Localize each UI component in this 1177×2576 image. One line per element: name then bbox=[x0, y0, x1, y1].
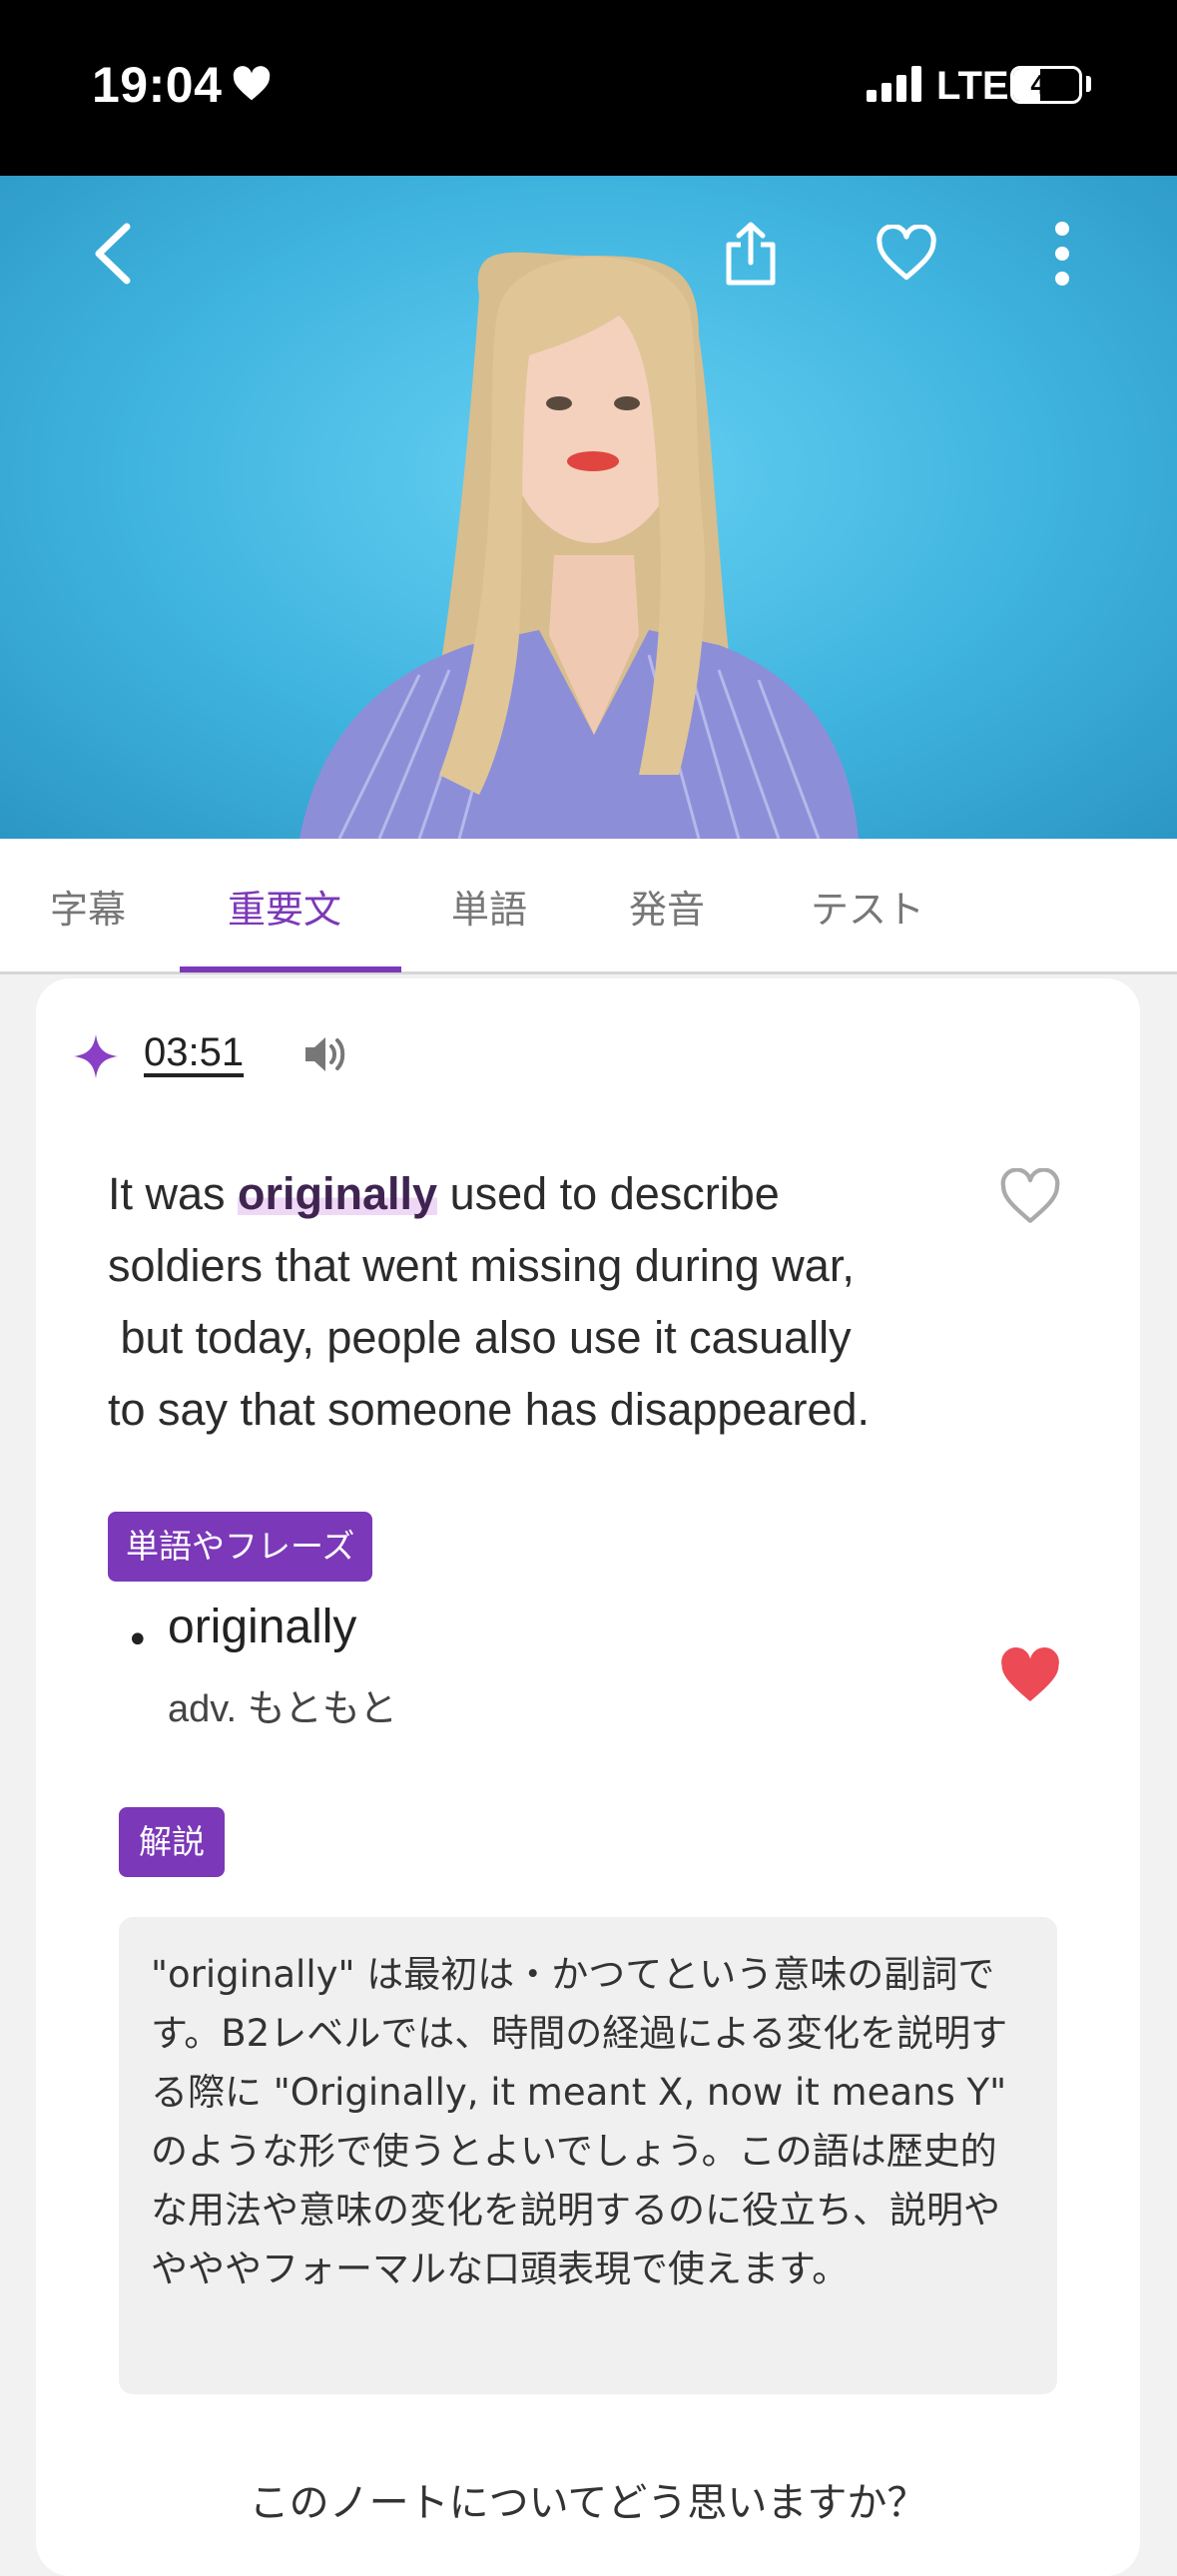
bullet: • bbox=[126, 1617, 150, 1663]
favorite-word-button[interactable] bbox=[998, 1647, 1062, 1709]
tab-key-sentences[interactable]: 重要文 bbox=[228, 879, 341, 934]
status-time: 19:04 bbox=[92, 57, 223, 113]
more-vertical-icon bbox=[1055, 222, 1069, 286]
phrases-tag: 単語やフレーズ bbox=[108, 1512, 373, 1582]
video-frame-person bbox=[299, 252, 859, 839]
tab-words[interactable]: 単語 bbox=[451, 879, 527, 934]
timestamp-link[interactable]: 03:51 bbox=[144, 1030, 244, 1075]
vocab-definition: adv. もともと bbox=[168, 1688, 398, 1730]
status-bar: 19:04 LTE 41 bbox=[0, 0, 1177, 176]
tab-pronunciation[interactable]: 発音 bbox=[629, 879, 705, 934]
back-button[interactable] bbox=[62, 204, 162, 304]
share-icon bbox=[726, 222, 776, 286]
more-options-button[interactable] bbox=[1012, 204, 1112, 304]
explanation-tag: 解説 bbox=[119, 1807, 225, 1877]
video-player[interactable] bbox=[0, 176, 1177, 839]
speaker-icon[interactable] bbox=[301, 1032, 347, 1080]
sparkle-icon bbox=[72, 1032, 120, 1084]
network-type: LTE bbox=[936, 64, 1009, 108]
share-button[interactable] bbox=[701, 204, 801, 304]
favorite-video-button[interactable] bbox=[857, 204, 956, 304]
battery-tip bbox=[1086, 76, 1091, 92]
battery-level: 41 bbox=[1030, 69, 1062, 100]
active-tab-indicator bbox=[180, 966, 401, 972]
key-sentence: It was originally used to describe soldi… bbox=[108, 1158, 1006, 1446]
heart-outline-icon bbox=[1000, 1167, 1060, 1223]
heart-filled-icon bbox=[1001, 1647, 1059, 1702]
heart-outline-icon bbox=[877, 225, 936, 281]
vocab-word[interactable]: originally bbox=[168, 1600, 356, 1654]
back-icon bbox=[95, 223, 131, 285]
highlighted-word[interactable]: originally bbox=[238, 1168, 438, 1219]
tab-test[interactable]: テスト bbox=[811, 879, 924, 934]
battery-icon: 41 bbox=[1010, 66, 1082, 104]
sentence-card: 03:51 It was originally used to describe… bbox=[36, 978, 1140, 2576]
signal-icon bbox=[867, 66, 924, 106]
sentence-text-before: It was bbox=[108, 1168, 239, 1219]
feedback-prompt: このノートについてどう思いますか？ bbox=[249, 2480, 927, 2526]
favorite-sentence-button[interactable] bbox=[998, 1167, 1062, 1230]
heart-icon bbox=[232, 66, 272, 106]
explanation-text: "originally" は最初は・かつてという意味の副詞です。B2レベルでは、… bbox=[119, 1917, 1057, 2394]
tab-subtitles[interactable]: 字幕 bbox=[50, 879, 126, 934]
tab-bar: 字幕 重要文 単語 発音 テスト bbox=[0, 839, 1177, 974]
